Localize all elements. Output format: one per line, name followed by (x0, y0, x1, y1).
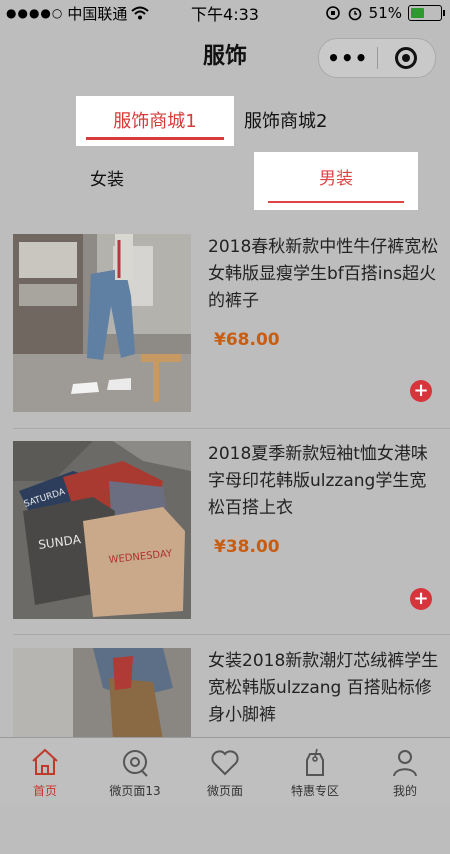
heart-icon (211, 750, 239, 776)
tab-shop-1[interactable]: 服饰商城1 (76, 96, 234, 146)
product-title[interactable]: 女装2018新款潮灯芯绒裤学生宽松韩版ulzzang 百搭贴标修身小脚裤 (208, 648, 440, 729)
shop-tabs: 服饰商城1 服饰商城2 (0, 96, 450, 148)
active-tab-underline (86, 137, 224, 140)
tabbar-item-home[interactable]: 首页 (0, 738, 90, 804)
tab-mens[interactable]: 男装 (254, 152, 418, 210)
active-tab-underline (268, 201, 404, 203)
product-title[interactable]: 2018夏季新款短袖t恤女港味字母印花韩版ulzzang学生宽松百搭上衣 (208, 441, 440, 522)
user-icon (393, 750, 417, 777)
tag-icon (306, 748, 324, 776)
product-image[interactable] (13, 648, 191, 740)
product-price: ¥68.00 (214, 330, 280, 350)
navigation-bar: 服饰 ••• (0, 26, 450, 86)
tabbar-label: 特惠专区 (290, 784, 339, 798)
tab-shop-1-label: 服饰商城1 (113, 111, 197, 132)
tabbar-label: 首页 (32, 784, 57, 798)
tabbar-item-deals[interactable]: 特惠专区 (270, 738, 360, 804)
tab-shop-2[interactable]: 服饰商城2 (244, 107, 327, 133)
product-image[interactable] (13, 234, 191, 412)
bottom-tab-bar: 首页 微页面13 微页面 特惠专区 我的 (0, 737, 450, 804)
home-icon (32, 748, 58, 775)
category-tabs: 女装 男装 (0, 152, 450, 212)
product-image[interactable]: SUNDA WEDNESDAY SATURDA (13, 441, 191, 619)
tabbar-item-micropage13[interactable]: 微页面13 (90, 738, 180, 804)
target-icon (395, 47, 418, 69)
product-price: ¥38.00 (214, 537, 280, 557)
battery-icon (408, 5, 445, 21)
close-miniprogram-button[interactable] (378, 47, 436, 69)
list-item[interactable]: SUNDA WEDNESDAY SATURDA 2018夏季新款短袖t恤女港味字… (0, 441, 450, 647)
more-dots-icon[interactable]: ••• (319, 46, 377, 70)
status-bar: ●●●●○ 中国联通 下午4:33 51% (0, 0, 450, 26)
divider (13, 634, 450, 635)
add-to-cart-button[interactable]: + (410, 380, 432, 402)
product-title[interactable]: 2018春秋新款中性牛仔裤宽松女韩版显瘦学生bf百搭ins超火的裤子 (208, 234, 440, 315)
tabbar-item-micropage[interactable]: 微页面 (180, 738, 270, 804)
tabbar-label: 微页面13 (109, 784, 161, 798)
location-icon (123, 750, 148, 777)
add-to-cart-button[interactable]: + (410, 588, 432, 610)
tabbar-label: 微页面 (206, 784, 243, 798)
tabbar-item-profile[interactable]: 我的 (360, 738, 450, 804)
tab-mens-label: 男装 (319, 169, 353, 189)
tab-womens[interactable]: 女装 (90, 165, 124, 190)
list-item[interactable]: 2018春秋新款中性牛仔裤宽松女韩版显瘦学生bf百搭ins超火的裤子 ¥68.0… (0, 234, 450, 440)
status-time: 下午4:33 (191, 5, 259, 24)
divider (13, 428, 450, 429)
miniprogram-capsule: ••• (318, 38, 436, 78)
tabbar-label: 我的 (392, 784, 417, 798)
